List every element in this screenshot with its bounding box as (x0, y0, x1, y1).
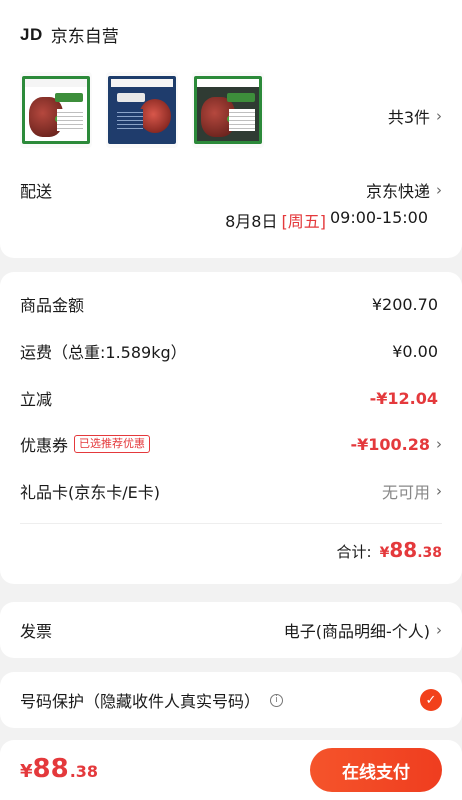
chevron-right-icon: › (436, 621, 442, 639)
giftcard-row[interactable]: 礼品卡(京东卡/E卡) 无可用 › (20, 477, 442, 505)
delivery-date: 8月8日 (225, 212, 278, 231)
delivery-window: 09:00-15:00 (330, 208, 428, 227)
footer-amount-dec: .38 (69, 762, 99, 781)
checkout-bar: ¥88.38 在线支付 (0, 740, 462, 800)
info-icon[interactable]: i (270, 693, 284, 707)
footer-amount-int: 88 (32, 754, 69, 784)
giftcard-value: 无可用 (381, 483, 430, 502)
privacy-card: 号码保护（隐藏收件人真实号码） i ✓ (0, 672, 462, 728)
product-box-image (194, 76, 262, 144)
discount-value: -¥12.04 (369, 388, 438, 408)
total-dec: .38 (417, 545, 442, 561)
shipping-label: 运费（总重:1.589kg） (20, 343, 187, 362)
goods-amount-row: 商品金额 ¥200.70 (20, 290, 442, 318)
giftcard-label: 礼品卡(京东卡/E卡) (20, 483, 160, 502)
jd-logo: JD (20, 24, 43, 44)
product-thumb[interactable] (192, 72, 264, 148)
chevron-right-icon: › (436, 181, 442, 199)
privacy-row: 号码保护（隐藏收件人真实号码） i ✓ (20, 686, 442, 714)
goods-amount-label: 商品金额 (20, 296, 85, 315)
product-thumb[interactable] (20, 72, 92, 148)
divider (20, 523, 442, 524)
total-int: 88 (389, 538, 418, 562)
shop-card: JD 京东自营 共3件 › 配送 京东快递 › 8月8日 [周五] 09:00-… (0, 0, 462, 258)
goods-amount-value: ¥200.70 (371, 294, 438, 314)
cost-card: 商品金额 ¥200.70 运费（总重:1.589kg） ¥0.00 立减 -¥1… (0, 272, 462, 584)
product-thumbnails[interactable] (20, 72, 264, 148)
shipping-value: ¥0.00 (392, 341, 438, 361)
coupon-row[interactable]: 优惠券 已选推荐优惠 -¥100.28 › (20, 430, 442, 458)
invoice-label: 发票 (20, 622, 53, 641)
chevron-right-icon: › (436, 435, 442, 453)
delivery-row[interactable]: 配送 京东快递 › (20, 176, 442, 204)
delivery-time[interactable]: 8月8日 [周五] 09:00-15:00 (225, 208, 428, 232)
chevron-right-icon: › (436, 482, 442, 500)
footer-yen: ¥ (20, 761, 33, 782)
shop-name: 京东自营 (50, 27, 119, 47)
chevron-right-icon: › (436, 107, 442, 125)
delivery-weekday: [周五] (281, 212, 327, 231)
footer-total: ¥88.38 (20, 754, 98, 784)
coupon-label: 优惠券 (20, 436, 69, 455)
shipping-row: 运费（总重:1.589kg） ¥0.00 (20, 337, 442, 365)
product-thumb[interactable] (106, 72, 178, 148)
privacy-checkbox-checked-icon[interactable]: ✓ (420, 689, 442, 711)
product-count: 共3件 (387, 108, 430, 127)
total-label: 合计: (336, 543, 372, 561)
shop-header[interactable]: JD 京东自营 (20, 22, 119, 48)
discount-label: 立减 (20, 390, 53, 409)
privacy-label: 号码保护（隐藏收件人真实号码） (20, 692, 261, 711)
coupon-value: -¥100.28 (350, 434, 430, 454)
discount-row: 立减 -¥12.04 (20, 384, 442, 412)
delivery-carrier: 京东快递 (365, 182, 430, 201)
product-box-image (22, 76, 90, 144)
product-count-link[interactable]: 共3件 › (388, 104, 442, 128)
product-box-image (108, 76, 176, 144)
total-price: ¥88.38 (380, 538, 442, 562)
total-row: 合计: ¥88.38 (337, 538, 442, 562)
invoice-value: 电子(商品明细-个人) (283, 622, 430, 641)
pay-online-button[interactable]: 在线支付 (310, 748, 442, 792)
total-yen: ¥ (379, 545, 390, 561)
invoice-row[interactable]: 发票 电子(商品明细-个人) › (20, 616, 442, 644)
coupon-badge: 已选推荐优惠 (74, 435, 151, 453)
invoice-card[interactable]: 发票 电子(商品明细-个人) › (0, 602, 462, 658)
delivery-label: 配送 (20, 182, 53, 201)
